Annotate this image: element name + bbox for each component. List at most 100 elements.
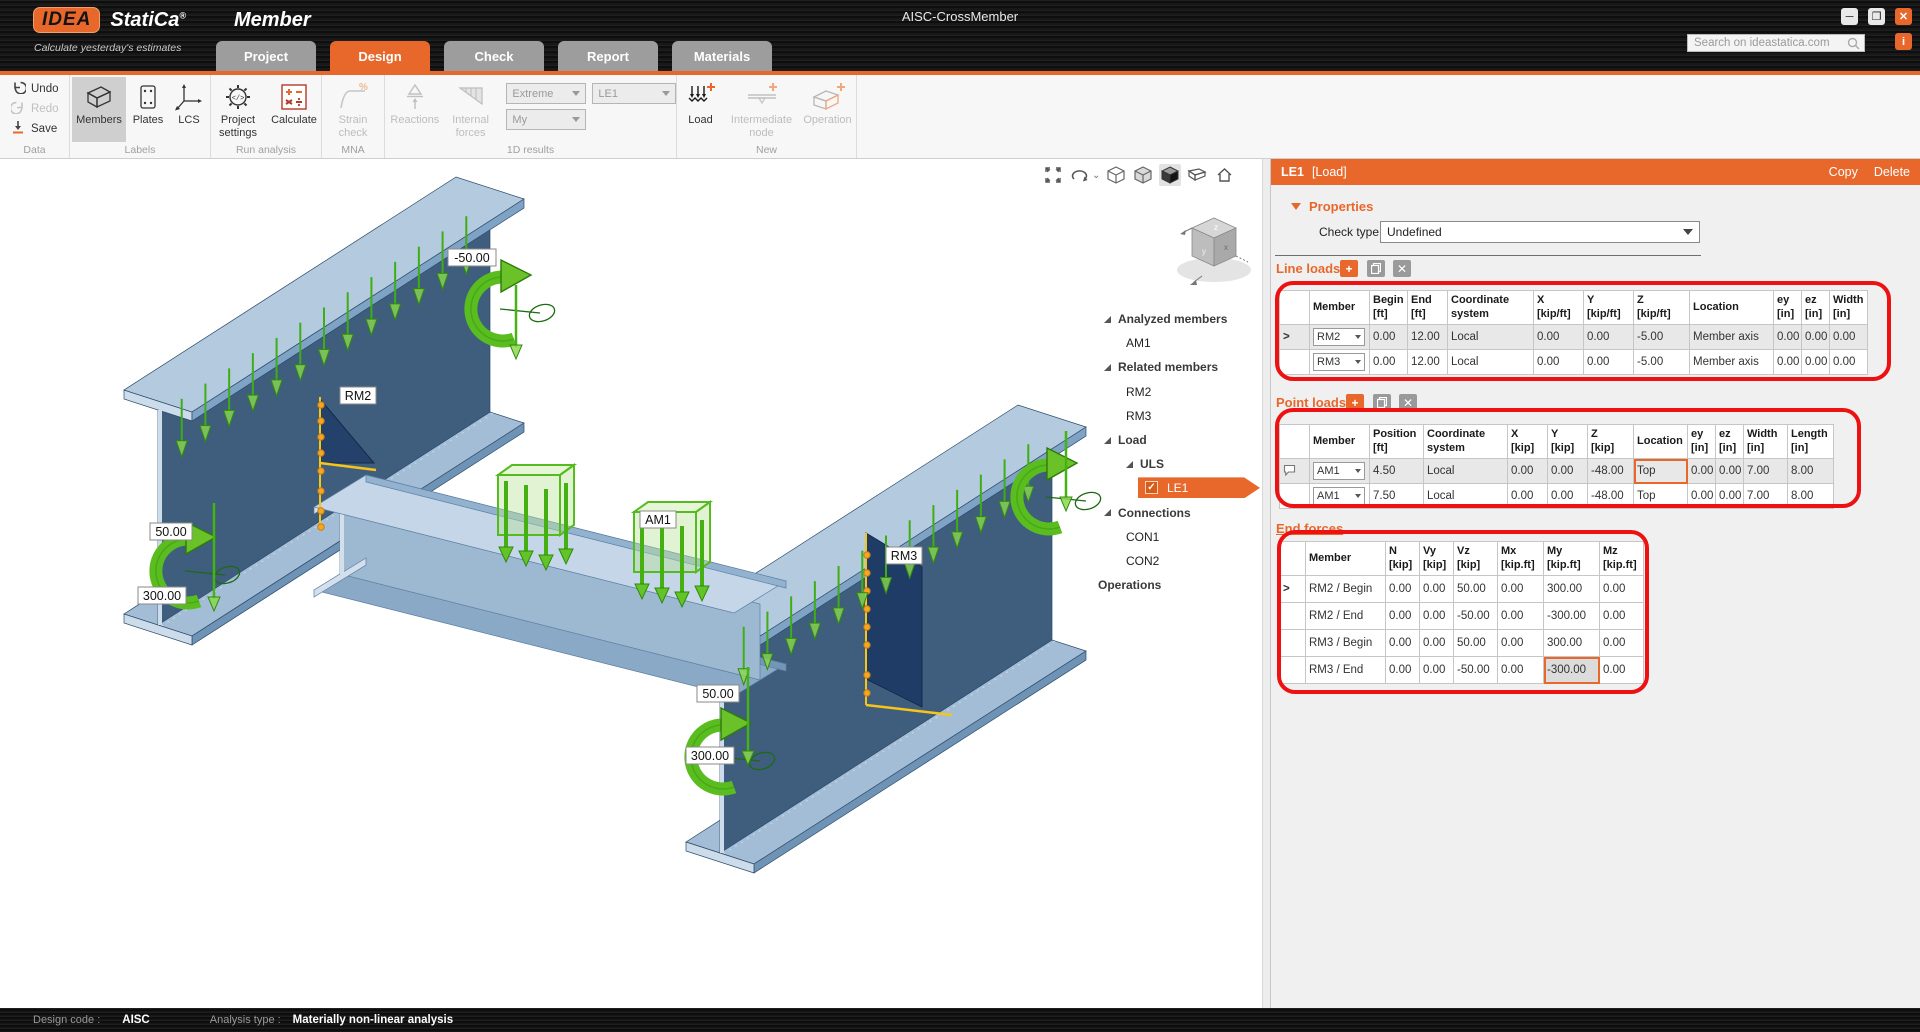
delete-line-load-button[interactable]: ✕: [1393, 260, 1411, 277]
expander-icon[interactable]: [1104, 509, 1111, 517]
cell[interactable]: 0.00: [1419, 656, 1454, 684]
home-view-icon[interactable]: [1213, 164, 1235, 186]
members-button[interactable]: Members: [72, 77, 126, 142]
cell[interactable]: 0.00: [1369, 349, 1408, 375]
tab-project[interactable]: Project: [216, 41, 316, 71]
add-line-load-button[interactable]: +: [1340, 260, 1358, 277]
properties-section-title[interactable]: Properties: [1291, 199, 1373, 214]
cell[interactable]: 0.00: [1801, 349, 1830, 375]
cell[interactable]: 7.50: [1369, 483, 1424, 509]
cell[interactable]: Local: [1447, 349, 1534, 375]
cell[interactable]: 0.00: [1533, 324, 1584, 350]
cell[interactable]: 0.00: [1497, 602, 1544, 630]
internal-forces-button[interactable]: Internal forces: [443, 77, 499, 142]
cell[interactable]: 8.00: [1787, 483, 1834, 509]
cell[interactable]: 300.00: [1543, 629, 1600, 657]
loadcase-select[interactable]: LE1: [592, 83, 676, 104]
cell[interactable]: 12.00: [1407, 349, 1448, 375]
cell[interactable]: 0.00: [1419, 629, 1454, 657]
row-handle[interactable]: >: [1279, 575, 1306, 603]
cell[interactable]: Local: [1423, 458, 1508, 484]
checkbox-checked-icon[interactable]: ✓: [1145, 481, 1158, 495]
cell[interactable]: Top: [1633, 483, 1688, 509]
info-button[interactable]: i: [1895, 33, 1912, 50]
cell[interactable]: 7.00: [1743, 458, 1788, 484]
chevron-down-icon[interactable]: ⌄: [1092, 170, 1100, 181]
redo-button[interactable]: Redo: [7, 99, 63, 118]
cell[interactable]: -50.00: [1453, 656, 1498, 684]
cell[interactable]: 0.00: [1583, 324, 1634, 350]
cell[interactable]: 0.00: [1385, 575, 1420, 603]
cell[interactable]: 0.00: [1385, 602, 1420, 630]
row-handle[interactable]: [1279, 483, 1310, 509]
cell[interactable]: 0.00: [1829, 324, 1868, 350]
cell[interactable]: 0.00: [1599, 602, 1644, 630]
cell[interactable]: Top: [1633, 458, 1688, 484]
cell[interactable]: 0.00: [1497, 575, 1544, 603]
cell[interactable]: 0.00: [1419, 575, 1454, 603]
row-handle[interactable]: [1279, 656, 1306, 684]
cell[interactable]: 0.00: [1773, 349, 1802, 375]
row-handle[interactable]: >: [1279, 324, 1310, 350]
cell[interactable]: 0.00: [1497, 656, 1544, 684]
reactions-button[interactable]: Reactions: [389, 77, 441, 142]
row-handle[interactable]: [1279, 458, 1310, 484]
tree-item-con2[interactable]: CON2: [1098, 549, 1262, 573]
cell[interactable]: Local: [1447, 324, 1534, 350]
expander-icon[interactable]: [1126, 460, 1133, 468]
rotate-view-icon[interactable]: [1069, 164, 1091, 186]
project-settings-button[interactable]: </> Project settings: [211, 77, 265, 142]
cell[interactable]: Member axis: [1689, 324, 1774, 350]
cell[interactable]: 0.00: [1419, 602, 1454, 630]
cell[interactable]: 0.00: [1599, 575, 1644, 603]
cell[interactable]: 0.00: [1583, 349, 1634, 375]
undo-button[interactable]: Undo: [7, 79, 63, 98]
lcs-button[interactable]: LCS: [170, 77, 208, 142]
cell[interactable]: 0.00: [1687, 483, 1716, 509]
delete-load-button[interactable]: Delete: [1874, 165, 1910, 179]
cell[interactable]: 4.50: [1369, 458, 1424, 484]
navigation-cube[interactable]: z y x: [1172, 204, 1260, 301]
cell[interactable]: 12.00: [1407, 324, 1448, 350]
copy-point-load-button[interactable]: [1373, 394, 1391, 411]
tab-materials[interactable]: Materials: [672, 41, 772, 71]
row-handle[interactable]: [1279, 349, 1310, 375]
tab-report[interactable]: Report: [558, 41, 658, 71]
delete-point-load-button[interactable]: ✕: [1399, 394, 1417, 411]
tree-item-rm3[interactable]: RM3: [1098, 404, 1262, 428]
tree-item-le1[interactable]: ✓ LE1: [1098, 476, 1262, 500]
cell[interactable]: 0.00: [1801, 324, 1830, 350]
cell[interactable]: Member axis: [1689, 349, 1774, 375]
cell[interactable]: 0.00: [1385, 656, 1420, 684]
cell[interactable]: 0.00: [1599, 656, 1644, 684]
zoom-fit-icon[interactable]: [1042, 164, 1064, 186]
cell[interactable]: 0.00: [1369, 324, 1408, 350]
expander-icon[interactable]: [1104, 436, 1111, 444]
cell[interactable]: -50.00: [1453, 602, 1498, 630]
tree-item-load[interactable]: Load: [1098, 428, 1262, 452]
component-select[interactable]: My: [506, 109, 587, 130]
tree-item-con1[interactable]: CON1: [1098, 525, 1262, 549]
cell[interactable]: 0.00: [1385, 629, 1420, 657]
cell[interactable]: 8.00: [1787, 458, 1834, 484]
cell[interactable]: 0.00: [1715, 458, 1744, 484]
tree-item-am1[interactable]: AM1: [1098, 331, 1262, 355]
member-cell[interactable]: RM3 / End: [1305, 656, 1386, 684]
cell[interactable]: 0.00: [1547, 458, 1588, 484]
cell[interactable]: 50.00: [1453, 629, 1498, 657]
strain-check-button[interactable]: % Strain check: [326, 77, 380, 142]
tree-item-connections[interactable]: Connections: [1098, 501, 1262, 525]
cell[interactable]: 0.00: [1497, 629, 1544, 657]
cell[interactable]: 0.00: [1715, 483, 1744, 509]
extreme-select[interactable]: Extreme: [506, 83, 587, 104]
member-cell[interactable]: AM1: [1309, 483, 1370, 509]
cell[interactable]: 0.00: [1507, 483, 1548, 509]
section-view-icon[interactable]: [1186, 164, 1208, 186]
intermediate-node-button[interactable]: Intermediate node: [725, 77, 799, 142]
tree-item-operations[interactable]: Operations: [1098, 573, 1262, 597]
calculate-button[interactable]: Calculate: [267, 77, 321, 142]
tree-item-rm2[interactable]: RM2: [1098, 380, 1262, 404]
3d-viewport[interactable]: -50.00 RM2 50.00 300.00 AM1 RM3 50.00 300.00 ⌄ …: [0, 159, 1262, 1008]
cell[interactable]: 0.00: [1599, 629, 1644, 657]
cell[interactable]: -48.00: [1587, 458, 1634, 484]
